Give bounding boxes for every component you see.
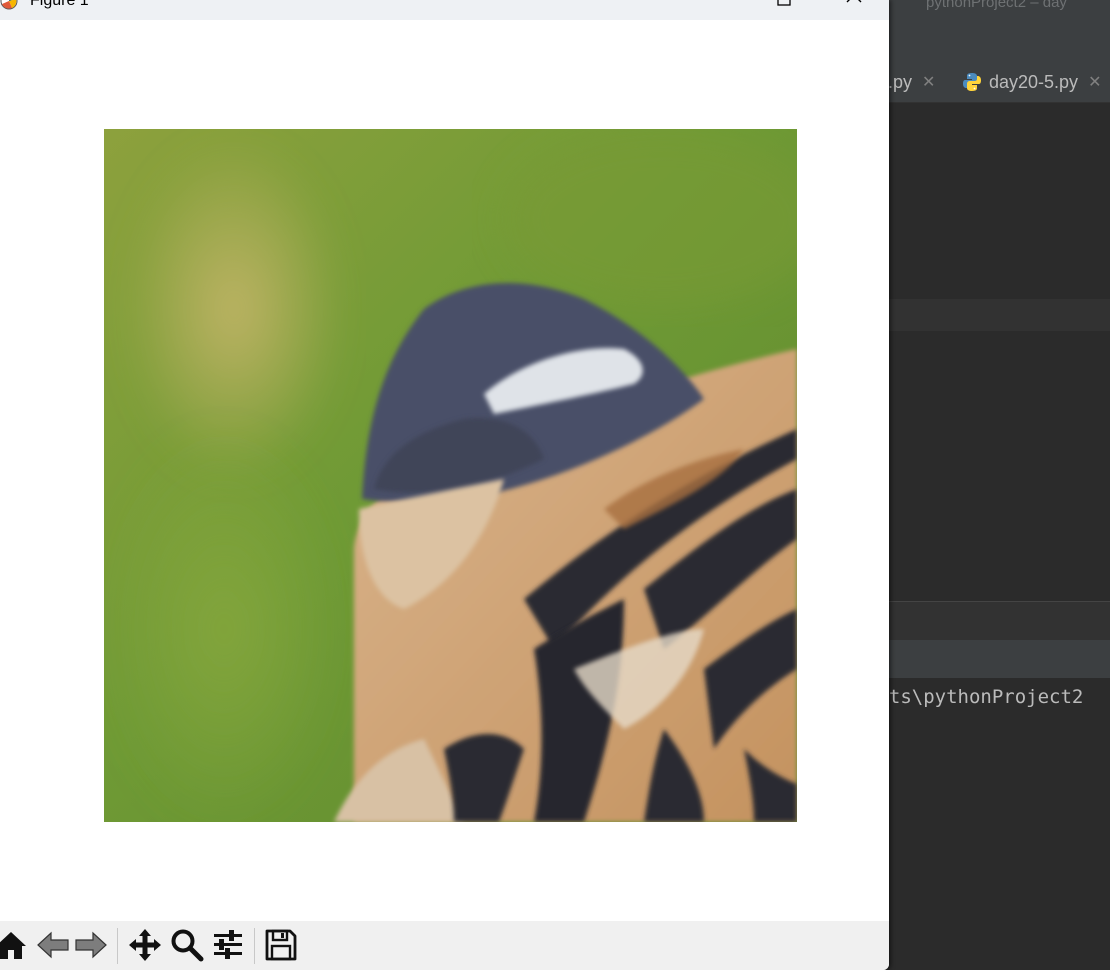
figure-title: Figure 1 [30,0,89,9]
back-button[interactable] [36,928,70,962]
configure-subplots-button[interactable] [211,928,245,962]
forward-button[interactable] [74,928,108,962]
tab-label: day20-5.py [989,71,1079,92]
forward-arrow-icon [75,931,107,959]
zoom-magnifier-icon [171,929,204,962]
figure-titlebar: Figure 1 [0,0,889,20]
tab-label: .py [888,71,913,92]
save-button[interactable] [264,928,298,962]
tab-py-file[interactable]: .py ✕ [888,62,935,102]
python-file-icon [963,73,981,91]
home-icon [0,932,26,959]
save-floppy-icon [265,929,297,961]
close-icon[interactable]: ✕ [1088,72,1101,92]
matplotlib-app-icon [0,0,18,10]
zoom-button[interactable] [170,928,204,962]
figure-window: Figure 1 [0,0,889,970]
home-button[interactable] [0,928,28,962]
tiger-ear-image [104,129,797,822]
close-window-icon[interactable] [840,0,870,10]
pan-move-icon [129,929,161,961]
toolbar-separator [117,928,118,964]
back-arrow-icon [37,931,69,959]
pan-button[interactable] [128,928,162,962]
ide-window-title: pythonProject2 – day [926,0,1067,11]
tab-day20-5[interactable]: day20-5.py ✕ [962,62,1101,102]
maximize-icon[interactable] [770,0,800,10]
close-icon[interactable]: ✕ [922,72,935,92]
console-output-line: ects\pythonProject2 [866,686,1084,708]
toolbar-separator [254,928,255,964]
configure-subplots-icon [214,930,242,959]
